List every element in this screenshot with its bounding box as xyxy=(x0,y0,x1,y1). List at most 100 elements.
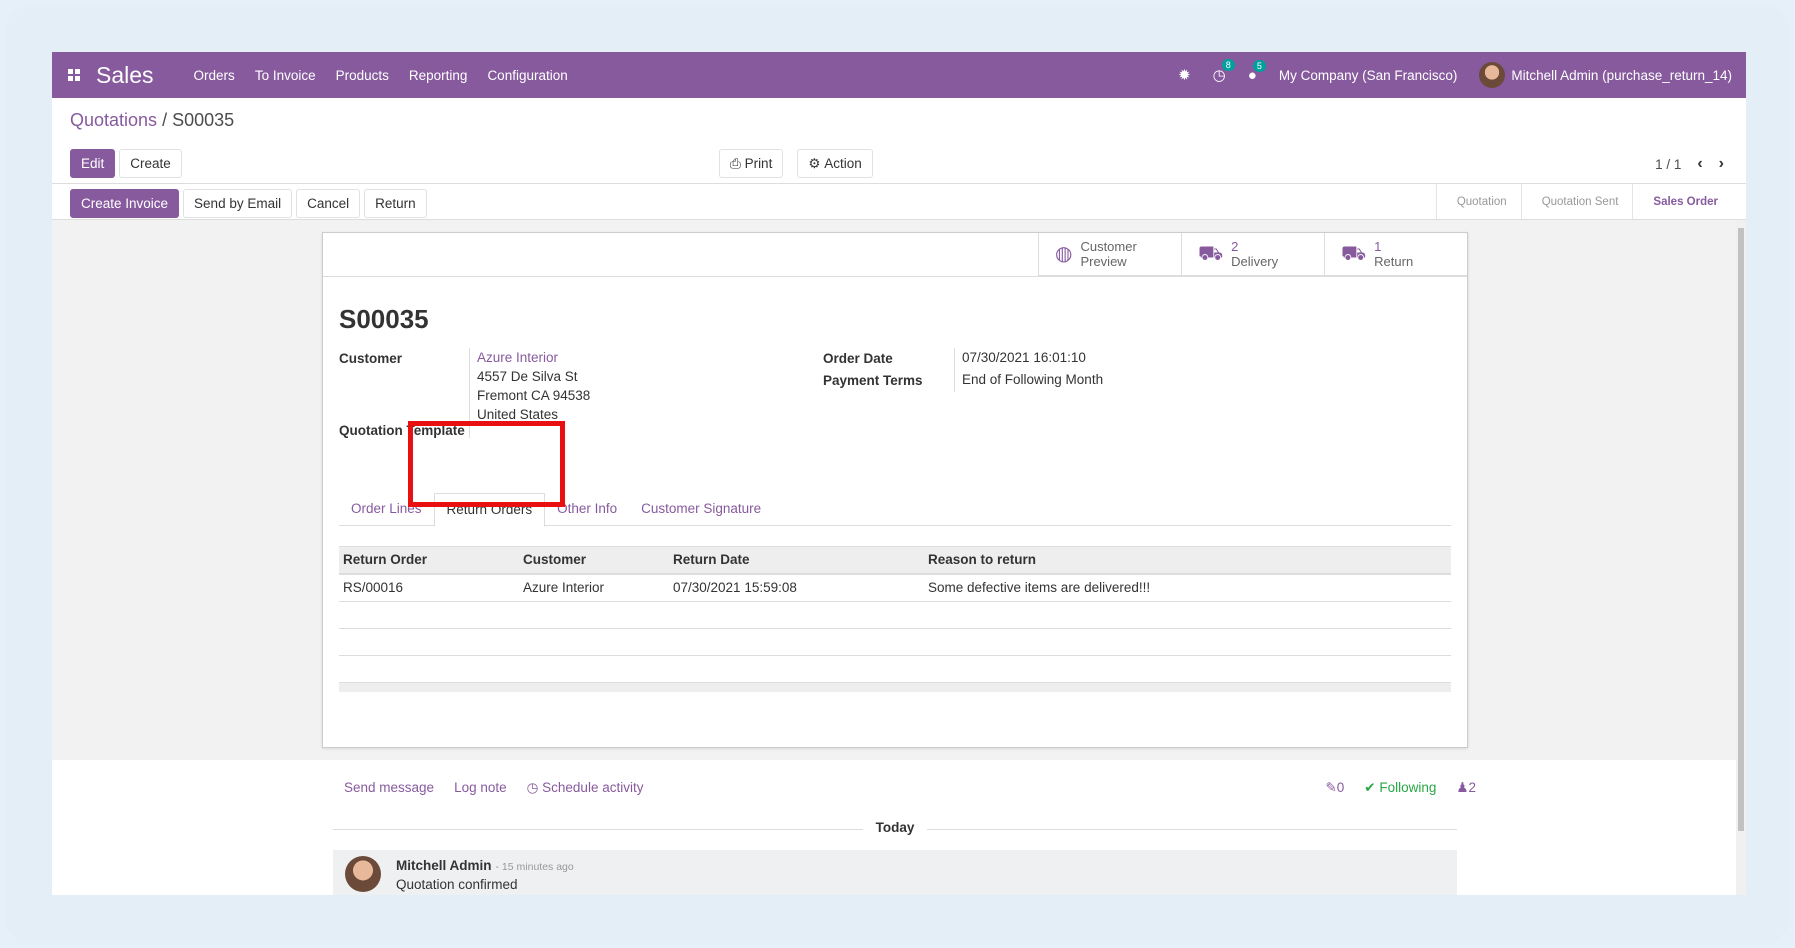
attachments-count: 0 xyxy=(1336,780,1345,795)
paperclip-icon: ✎ xyxy=(1325,780,1337,795)
author-avatar[interactable] xyxy=(345,856,381,892)
customer-label: Customer xyxy=(339,351,403,366)
return-orders-table: Return Order Customer Return Date Reason… xyxy=(339,546,1451,692)
cell-reason: Some defective items are delivered!!! xyxy=(924,573,1451,602)
breadcrumb-separator: / xyxy=(162,110,168,130)
globe-icon: ◍ xyxy=(1055,242,1073,265)
menu-configuration[interactable]: Configuration xyxy=(487,68,567,83)
print-icon: ⎙ xyxy=(730,155,745,171)
menu-orders[interactable]: Orders xyxy=(194,68,235,83)
preview-line1: Customer xyxy=(1080,239,1137,254)
attachments-button[interactable]: ✎0 xyxy=(1325,780,1344,796)
col-customer[interactable]: Customer xyxy=(519,546,669,575)
messages-icon[interactable]: ● 5 xyxy=(1248,59,1266,84)
chatter-topbar-right: ✎0 ✔ Following ♟2 xyxy=(1325,780,1476,796)
cell-customer: Azure Interior xyxy=(519,573,669,602)
action-label: Action xyxy=(824,156,862,171)
preview-line2: Preview xyxy=(1080,254,1127,269)
order-date-value: 07/30/2021 16:01:10 xyxy=(962,350,1086,365)
vertical-scrollbar[interactable] xyxy=(1736,220,1746,895)
action-button[interactable]: ⚙ Action xyxy=(797,149,873,178)
payment-terms-label: Payment Terms xyxy=(823,373,923,388)
log-note-button[interactable]: Log note xyxy=(454,780,507,796)
followers-count: 2 xyxy=(1468,780,1476,795)
cancel-button[interactable]: Cancel xyxy=(296,189,361,218)
send-by-email-button[interactable]: Send by Email xyxy=(183,189,293,218)
print-label: Print xyxy=(744,156,773,171)
menu-products[interactable]: Products xyxy=(336,68,389,83)
order-field-divider xyxy=(954,348,955,392)
bug-icon[interactable]: ✹ xyxy=(1178,66,1191,84)
browser-viewport: Sales Orders To Invoice Products Reporti… xyxy=(52,52,1746,895)
followers-button[interactable]: ♟2 xyxy=(1456,780,1476,796)
send-message-button[interactable]: Send message xyxy=(344,780,434,796)
scrollbar-thumb[interactable] xyxy=(1738,228,1744,831)
return-label: Return xyxy=(1374,254,1414,269)
stage-sales-order[interactable]: Sales Order xyxy=(1632,184,1732,219)
address-line3: United States xyxy=(477,407,559,422)
user-icon: ♟ xyxy=(1456,780,1469,795)
menu-to-invoice[interactable]: To Invoice xyxy=(255,68,316,83)
app-name[interactable]: Sales xyxy=(96,62,154,89)
edit-button[interactable]: Edit xyxy=(70,149,116,178)
order-title: S00035 xyxy=(339,304,429,334)
message-author: Mitchell Admin - 15 minutes ago xyxy=(396,858,574,873)
schedule-activity-label: Schedule activity xyxy=(542,780,644,795)
message-time: - 15 minutes ago xyxy=(495,861,574,873)
chatter-actions: Send message Log note ◷ Schedule activit… xyxy=(344,780,643,796)
pager-value[interactable]: 1 / 1 xyxy=(1655,157,1681,172)
return-count: 1 xyxy=(1374,239,1382,254)
cell-return-order: RS/00016 xyxy=(339,573,519,602)
user-menu[interactable]: Mitchell Admin (purchase_return_14) xyxy=(1479,62,1732,88)
company-switcher[interactable]: My Company (San Francisco) xyxy=(1279,68,1458,83)
return-smart-button[interactable]: ⛟ 1 Return xyxy=(1324,233,1467,275)
empty-row xyxy=(339,655,1451,683)
truck-icon: ⛟ xyxy=(1198,242,1224,265)
apps-menu-icon[interactable] xyxy=(52,52,96,98)
truck-icon: ⛟ xyxy=(1341,242,1367,265)
delivery-button[interactable]: ⛟ 2 Delivery xyxy=(1181,233,1324,275)
user-avatar xyxy=(1479,62,1506,88)
pager: 1 / 1 ‹ › xyxy=(1655,155,1724,173)
following-label: Following xyxy=(1379,780,1437,795)
create-invoice-button[interactable]: Create Invoice xyxy=(70,189,180,218)
top-navbar: Sales Orders To Invoice Products Reporti… xyxy=(52,52,1746,98)
following-button[interactable]: ✔ Following xyxy=(1364,780,1436,796)
order-date-label: Order Date xyxy=(823,351,893,366)
stage-quotation[interactable]: Quotation xyxy=(1435,184,1521,219)
check-icon: ✔ xyxy=(1364,780,1380,795)
empty-row xyxy=(339,601,1451,629)
author-name[interactable]: Mitchell Admin xyxy=(396,858,492,873)
annotation-highlight-box xyxy=(408,421,565,507)
tab-customer-signature[interactable]: Customer Signature xyxy=(629,493,773,525)
stage-quotation-sent[interactable]: Quotation Sent xyxy=(1520,184,1633,219)
chatter-message: Mitchell Admin - 15 minutes ago Quotation… xyxy=(333,850,1457,895)
stage-bar: Quotation Quotation Sent Sales Order xyxy=(1435,184,1732,219)
return-button[interactable]: Return xyxy=(364,189,427,218)
customer-preview-button[interactable]: ◍ Customer Preview xyxy=(1038,233,1181,275)
print-button[interactable]: ⎙ Print xyxy=(719,149,784,178)
col-return-order[interactable]: Return Order xyxy=(339,546,519,575)
breadcrumb-current: S00035 xyxy=(172,110,235,130)
customer-link[interactable]: Azure Interior xyxy=(477,350,558,365)
activity-clock-icon[interactable]: ◷ 8 xyxy=(1213,59,1235,84)
menu-reporting[interactable]: Reporting xyxy=(409,68,468,83)
pager-next-icon[interactable]: › xyxy=(1719,155,1724,173)
table-row[interactable]: RS/00016 Azure Interior 07/30/2021 15:59… xyxy=(339,573,1451,602)
payment-terms-value: End of Following Month xyxy=(962,372,1104,387)
smart-buttons-divider xyxy=(323,276,1467,277)
create-button[interactable]: Create xyxy=(119,149,182,178)
col-return-date[interactable]: Return Date xyxy=(669,546,924,575)
schedule-activity-button[interactable]: ◷ Schedule activity xyxy=(527,780,644,796)
activity-count-badge: 8 xyxy=(1221,59,1235,71)
messages-count-badge: 5 xyxy=(1252,59,1266,72)
pager-previous-icon[interactable]: ‹ xyxy=(1697,155,1702,173)
col-reason[interactable]: Reason to return xyxy=(924,546,1451,575)
message-body: Quotation confirmed xyxy=(396,877,518,892)
empty-row xyxy=(339,628,1451,656)
delivery-label: Delivery xyxy=(1231,254,1279,269)
smart-buttons: ◍ Customer Preview ⛟ 2 Delivery ⛟ 1 Return xyxy=(1038,233,1467,276)
address-line2: Fremont CA 94538 xyxy=(477,388,591,403)
breadcrumb-quotations[interactable]: Quotations xyxy=(70,110,157,130)
user-name: Mitchell Admin (purchase_return_14) xyxy=(1511,67,1732,83)
